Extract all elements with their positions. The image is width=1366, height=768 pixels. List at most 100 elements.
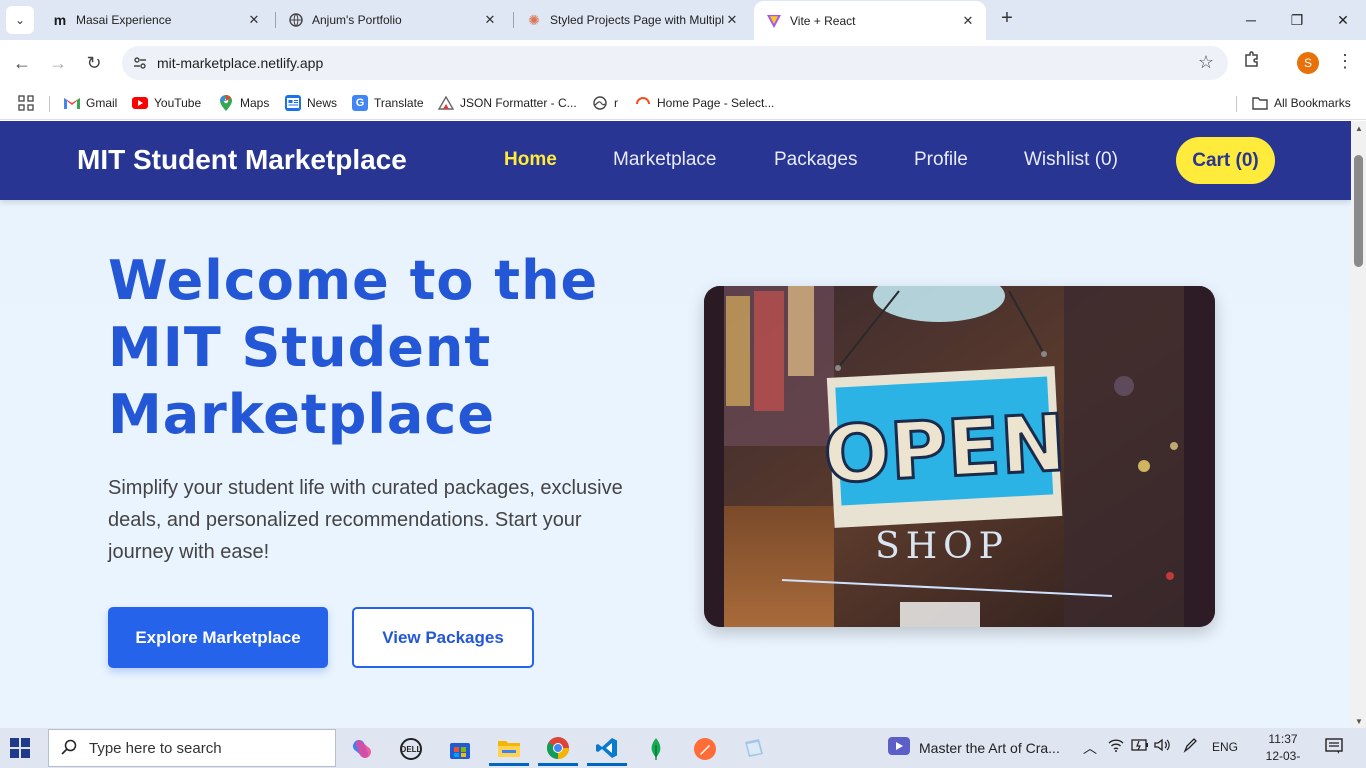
language-indicator[interactable]: ENG xyxy=(1212,740,1238,754)
nav-profile[interactable]: Profile xyxy=(914,149,968,171)
wifi-icon[interactable] xyxy=(1108,738,1124,755)
site-info-icon[interactable] xyxy=(132,55,148,71)
chrome-menu-icon[interactable]: ⋮ xyxy=(1336,51,1354,72)
globe-icon xyxy=(288,12,304,28)
page-scrollbar[interactable]: ▲ ▼ xyxy=(1351,121,1366,728)
media-play-icon[interactable] xyxy=(888,737,910,760)
postman-icon[interactable] xyxy=(685,732,725,766)
volume-icon[interactable] xyxy=(1154,738,1170,755)
battery-icon[interactable] xyxy=(1131,738,1149,755)
notes-app-icon[interactable] xyxy=(734,732,774,766)
browser-tab-strip: ⌄ m Masai Experience ✕ Anjum's Portfolio… xyxy=(0,0,1366,40)
system-clock[interactable]: 11:37 12-03-2025 xyxy=(1260,731,1306,768)
chevron-up-icon[interactable]: ︿ xyxy=(1083,738,1097,758)
nav-packages[interactable]: Packages xyxy=(774,149,857,171)
bookmark-news[interactable]: News xyxy=(285,93,337,113)
hero-open-shop-image: OPEN SHOP xyxy=(704,286,1215,627)
maps-icon xyxy=(218,95,234,111)
notifications-icon[interactable] xyxy=(1325,738,1343,757)
scroll-down-arrow-icon[interactable]: ▼ xyxy=(1355,717,1363,726)
sign-open-text: OPEN xyxy=(822,399,1068,502)
home-page-icon xyxy=(635,95,651,111)
cart-button[interactable]: Cart (0) xyxy=(1176,137,1275,184)
bookmark-label: Gmail xyxy=(86,96,118,110)
nav-home[interactable]: Home xyxy=(504,149,557,171)
clock-time: 11:37 xyxy=(1268,732,1298,746)
windows-taskbar: Type here to search DELL Master the Art … xyxy=(0,728,1366,768)
globe-icon xyxy=(592,95,608,111)
json-formatter-icon xyxy=(438,95,454,111)
bookmark-label: Home Page - Select... xyxy=(657,96,775,110)
tab-vite-react[interactable]: Vite + React ✕ xyxy=(754,1,986,40)
scroll-thumb[interactable] xyxy=(1354,155,1363,267)
nav-marketplace[interactable]: Marketplace xyxy=(613,149,717,171)
back-arrow-icon[interactable]: ← xyxy=(9,50,35,76)
new-tab-plus-icon[interactable]: + xyxy=(996,8,1018,30)
bookmark-label: Maps xyxy=(240,96,270,110)
bookmark-label: Translate xyxy=(374,96,424,110)
tab-close-icon[interactable]: ✕ xyxy=(960,13,976,29)
windows-start-icon[interactable] xyxy=(10,738,32,758)
bookmark-youtube[interactable]: YouTube xyxy=(132,93,201,113)
tab-close-icon[interactable]: ✕ xyxy=(246,12,262,28)
bookmark-maps[interactable]: Maps xyxy=(218,93,269,113)
bookmark-json-formatter[interactable]: JSON Formatter - C... xyxy=(438,93,577,113)
pen-icon[interactable] xyxy=(1182,738,1198,757)
tab-styled-projects[interactable]: ✺ Styled Projects Page with Multiple ✕ xyxy=(514,0,750,40)
vite-icon xyxy=(766,13,782,29)
copilot-icon[interactable] xyxy=(342,732,382,766)
tab-search-chevron-icon[interactable]: ⌄ xyxy=(6,6,34,34)
url-text[interactable]: mit-marketplace.netlify.app xyxy=(157,55,323,71)
bookmark-star-icon[interactable]: ☆ xyxy=(1198,52,1214,73)
folder-icon xyxy=(1252,95,1268,111)
taskbar-search-box[interactable]: Type here to search xyxy=(48,729,336,767)
microsoft-store-icon[interactable] xyxy=(440,732,480,766)
news-icon xyxy=(285,95,301,111)
search-icon xyxy=(61,739,83,758)
bookmarks-divider xyxy=(49,96,50,112)
hero-description: Simplify your student life with curated … xyxy=(108,477,623,563)
tab-title: Vite + React xyxy=(790,13,856,28)
bookmarks-divider xyxy=(1236,96,1237,112)
bookmark-home-page[interactable]: Home Page - Select... xyxy=(635,93,774,113)
nav-wishlist[interactable]: Wishlist (0) xyxy=(1024,149,1118,171)
vscode-icon[interactable] xyxy=(587,732,627,766)
bookmark-r[interactable]: r xyxy=(592,93,618,113)
minimize-icon[interactable]: ─ xyxy=(1228,0,1274,40)
bookmark-translate[interactable]: G Translate xyxy=(352,93,424,113)
close-window-icon[interactable]: ✕ xyxy=(1320,0,1366,40)
scroll-up-arrow-icon[interactable]: ▲ xyxy=(1355,124,1363,133)
file-explorer-icon[interactable] xyxy=(489,732,529,766)
svg-text:DELL: DELL xyxy=(401,745,422,754)
site-brand[interactable]: MIT Student Marketplace xyxy=(77,144,407,176)
sign-shop-text: SHOP xyxy=(875,526,1009,567)
apps-grid-icon[interactable] xyxy=(18,93,34,113)
extensions-puzzle-icon[interactable] xyxy=(1243,50,1261,73)
browser-toolbar: ← → ↻ mit-marketplace.netlify.app ☆ S ⋮ xyxy=(0,40,1366,86)
youtube-icon xyxy=(132,95,148,111)
mongodb-icon[interactable] xyxy=(636,732,676,766)
restore-icon[interactable]: ❐ xyxy=(1274,0,1320,40)
hero-title: Welcome to the MIT Student Marketplace xyxy=(108,249,599,446)
forward-arrow-icon[interactable]: → xyxy=(45,50,71,76)
chrome-icon[interactable] xyxy=(538,732,578,766)
media-title[interactable]: Master the Art of Cra... xyxy=(919,740,1060,756)
view-packages-button[interactable]: View Packages xyxy=(352,607,534,668)
bookmark-gmail[interactable]: Gmail xyxy=(64,93,117,113)
address-bar[interactable]: mit-marketplace.netlify.app ☆ xyxy=(122,46,1228,80)
masai-m-icon: m xyxy=(53,12,67,28)
tab-anjums-portfolio[interactable]: Anjum's Portfolio ✕ xyxy=(276,0,508,40)
reload-icon[interactable]: ↻ xyxy=(81,50,107,76)
bookmark-label: YouTube xyxy=(154,96,202,110)
dell-icon[interactable]: DELL xyxy=(391,732,431,766)
profile-avatar[interactable]: S xyxy=(1297,52,1319,74)
bookmark-label: r xyxy=(614,96,618,110)
tab-close-icon[interactable]: ✕ xyxy=(724,12,740,28)
clock-date: 12-03-2025 xyxy=(1265,749,1301,768)
explore-marketplace-button[interactable]: Explore Marketplace xyxy=(108,607,328,668)
site-navbar: MIT Student Marketplace Home Marketplace… xyxy=(0,121,1351,200)
tab-masai-experience[interactable]: m Masai Experience ✕ xyxy=(40,0,272,40)
all-bookmarks[interactable]: All Bookmarks xyxy=(1252,93,1351,113)
bookmark-label: News xyxy=(307,96,338,110)
tab-close-icon[interactable]: ✕ xyxy=(482,12,498,28)
